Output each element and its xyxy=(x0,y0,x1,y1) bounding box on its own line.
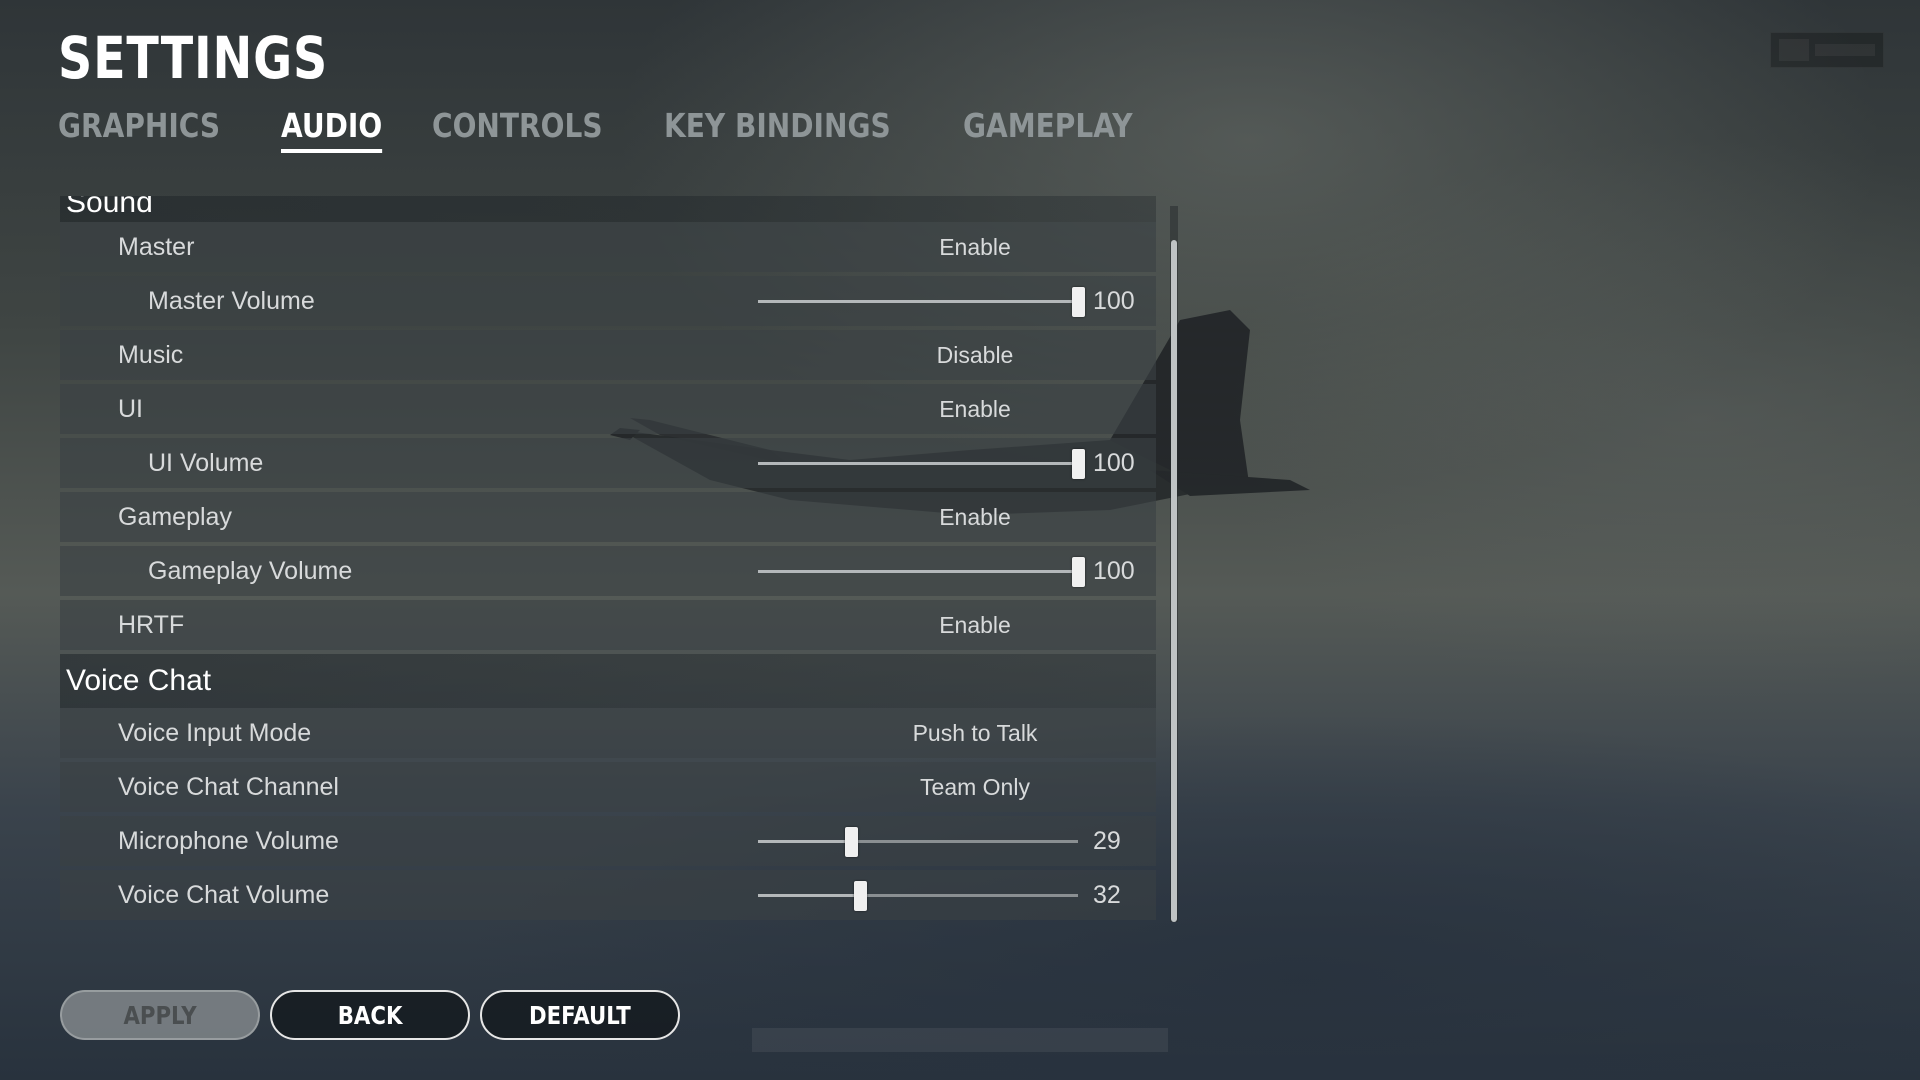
settings-tabs: GRAPHICS AUDIO CONTROLS KEY BINDINGS GAM… xyxy=(58,106,1195,153)
slider-fill xyxy=(758,840,851,843)
master-volume-value: 100 xyxy=(1093,286,1135,315)
back-button[interactable]: BACK xyxy=(270,990,470,1040)
microphone-volume-value: 29 xyxy=(1093,826,1121,855)
voice-chat-volume-slider[interactable] xyxy=(758,870,1078,920)
setting-row-ui-volume: UI Volume 100 xyxy=(60,438,1156,488)
music-toggle[interactable]: Disable xyxy=(760,342,1156,369)
ui-volume-slider[interactable] xyxy=(758,438,1085,488)
gameplay-volume-value: 100 xyxy=(1093,556,1135,585)
section-header-sound: Sound xyxy=(60,196,1156,222)
apply-button[interactable]: APPLY xyxy=(60,990,260,1040)
master-toggle[interactable]: Enable xyxy=(760,234,1156,261)
slider-fill xyxy=(758,570,1078,573)
player-count-badge xyxy=(1770,32,1884,68)
tab-audio[interactable]: AUDIO xyxy=(280,106,382,153)
voice-input-mode-selector[interactable]: Push to Talk xyxy=(760,720,1156,747)
setting-row-master: Master Enable xyxy=(60,222,1156,272)
setting-row-voice-chat-channel: Voice Chat Channel Team Only xyxy=(60,762,1156,812)
ui-toggle[interactable]: Enable xyxy=(760,396,1156,423)
setting-row-gameplay: Gameplay Enable xyxy=(60,492,1156,542)
microphone-volume-slider[interactable] xyxy=(758,816,1078,866)
setting-row-microphone-volume: Microphone Volume 29 xyxy=(60,816,1156,866)
slider-fill xyxy=(758,462,1078,465)
section-header-voice-chat: Voice Chat xyxy=(60,654,1156,708)
setting-label: Microphone Volume xyxy=(118,826,339,855)
default-button[interactable]: DEFAULT xyxy=(480,990,680,1040)
audio-settings-panel: Sound Master Enable Master Volume 100 Mu… xyxy=(60,196,1156,922)
bottom-status-bar xyxy=(752,1028,1168,1052)
tab-gameplay[interactable]: GAMEPLAY xyxy=(963,106,1133,153)
tab-graphics[interactable]: GRAPHICS xyxy=(58,106,220,153)
scrollbar-thumb[interactable] xyxy=(1171,240,1177,922)
setting-label: Gameplay Volume xyxy=(148,556,353,585)
voice-chat-channel-selector[interactable]: Team Only xyxy=(760,774,1156,801)
setting-label: UI xyxy=(118,394,143,423)
default-button-label: DEFAULT xyxy=(529,1000,631,1030)
tab-controls[interactable]: CONTROLS xyxy=(432,106,603,153)
setting-label: Gameplay xyxy=(118,502,232,531)
setting-label: HRTF xyxy=(118,610,185,639)
apply-button-label: APPLY xyxy=(123,1000,197,1030)
setting-label: Voice Chat Volume xyxy=(118,880,330,909)
slider-fill xyxy=(758,300,1078,303)
slider-thumb[interactable] xyxy=(854,881,868,911)
setting-label: UI Volume xyxy=(148,448,264,477)
action-buttons: APPLY BACK DEFAULT xyxy=(60,990,680,1040)
gameplay-toggle[interactable]: Enable xyxy=(760,504,1156,531)
setting-label: Music xyxy=(118,340,184,369)
player-count-label xyxy=(1815,44,1875,56)
slider-thumb[interactable] xyxy=(1072,287,1085,317)
ui-volume-value: 100 xyxy=(1093,448,1135,477)
setting-row-hrtf: HRTF Enable xyxy=(60,600,1156,650)
setting-row-voice-input-mode: Voice Input Mode Push to Talk xyxy=(60,708,1156,758)
setting-label: Master Volume xyxy=(148,286,315,315)
slider-thumb[interactable] xyxy=(1072,557,1085,587)
page-title: SETTINGS xyxy=(58,24,329,92)
setting-label: Master xyxy=(118,232,195,261)
slider-thumb[interactable] xyxy=(844,827,858,857)
setting-label: Voice Chat Channel xyxy=(118,772,339,801)
hrtf-toggle[interactable]: Enable xyxy=(760,612,1156,639)
slider-thumb[interactable] xyxy=(1072,449,1085,479)
setting-row-music: Music Disable xyxy=(60,330,1156,380)
setting-label: Voice Input Mode xyxy=(118,718,312,747)
back-button-label: BACK xyxy=(337,1000,403,1030)
settings-scrollbar[interactable] xyxy=(1170,206,1178,922)
setting-row-gameplay-volume: Gameplay Volume 100 xyxy=(60,546,1156,596)
player-count-number xyxy=(1779,39,1809,61)
setting-row-ui: UI Enable xyxy=(60,384,1156,434)
tab-key-bindings[interactable]: KEY BINDINGS xyxy=(664,106,891,153)
slider-fill xyxy=(758,894,861,897)
master-volume-slider[interactable] xyxy=(758,276,1085,326)
voice-chat-volume-value: 32 xyxy=(1093,880,1121,909)
setting-row-voice-chat-volume: Voice Chat Volume 32 xyxy=(60,870,1156,920)
setting-row-master-volume: Master Volume 100 xyxy=(60,276,1156,326)
gameplay-volume-slider[interactable] xyxy=(758,546,1085,596)
